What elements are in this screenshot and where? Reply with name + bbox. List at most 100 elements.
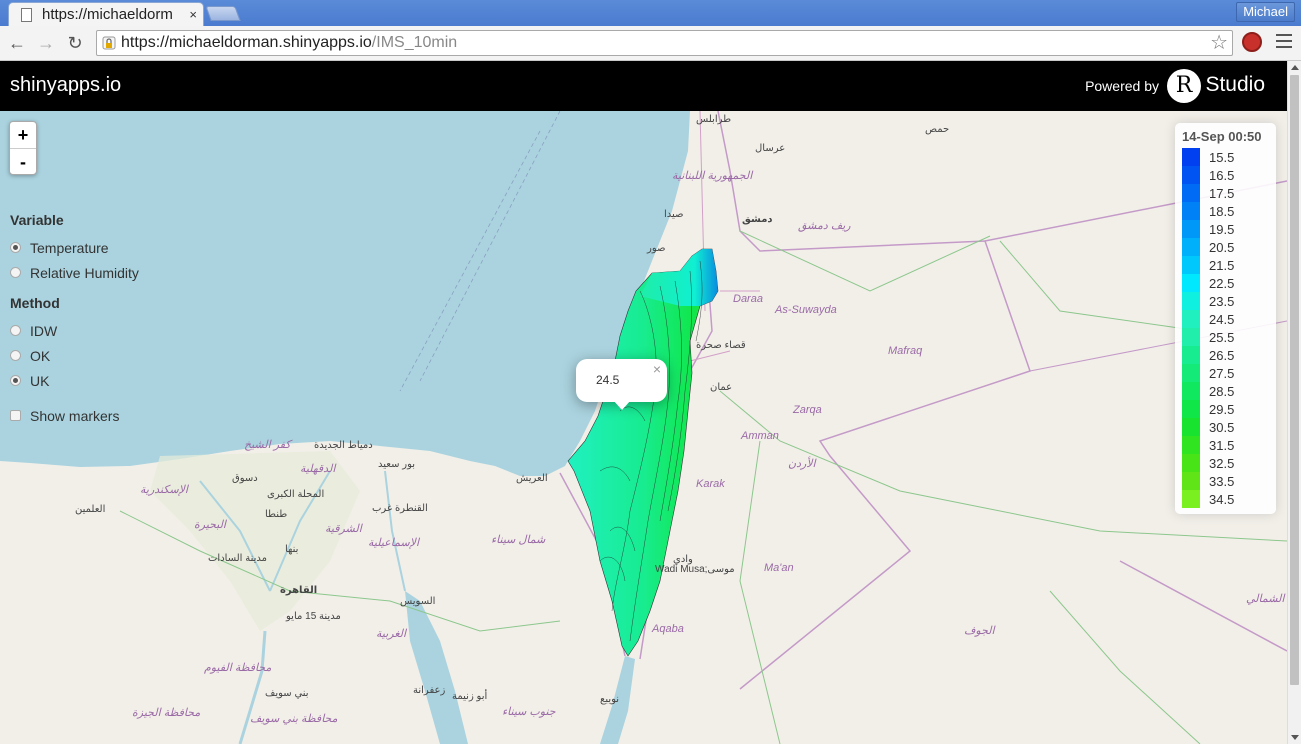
- legend-label: 15.5: [1209, 149, 1235, 165]
- method-option-idw[interactable]: IDW: [10, 318, 180, 343]
- legend-label: 27.5: [1209, 365, 1235, 381]
- legend-label: 31.5: [1209, 437, 1235, 453]
- radio-button[interactable]: [10, 242, 21, 253]
- map-place-label: بنها: [285, 544, 299, 555]
- map-tiles: [0, 111, 1287, 744]
- map-place-label: الغربية: [376, 628, 407, 640]
- legend-entry: 17.5: [1182, 184, 1234, 202]
- zoom-out-button[interactable]: -: [10, 148, 36, 174]
- map-place-label: طنطا: [265, 509, 288, 520]
- legend-entry: 22.5: [1182, 274, 1234, 292]
- popup-close-icon[interactable]: ×: [653, 361, 661, 377]
- legend-swatch: [1182, 364, 1200, 382]
- bookmark-star-icon[interactable]: ☆: [1210, 31, 1228, 55]
- legend-label: 16.5: [1209, 167, 1235, 183]
- controls-panel: Variable Temperature Relative Humidity M…: [10, 212, 180, 428]
- map-place-label: الشمالي: [1246, 593, 1285, 605]
- forward-arrow-icon[interactable]: →: [35, 32, 57, 54]
- browser-menu-icon[interactable]: [1276, 34, 1292, 50]
- back-arrow-icon[interactable]: ←: [6, 32, 28, 54]
- map-place-label: قصاء صحرة: [696, 340, 746, 351]
- map[interactable]: طرابلس عرسال حمص الجمهورية اللبنانية صيد…: [0, 111, 1287, 744]
- radio-button[interactable]: [10, 375, 21, 386]
- variable-option-relative-humidity[interactable]: Relative Humidity: [10, 260, 180, 285]
- brand-title[interactable]: shinyapps.io: [10, 74, 121, 97]
- method-heading: Method: [10, 295, 60, 311]
- page-scrollbar[interactable]: [1287, 61, 1301, 744]
- scroll-up-icon[interactable]: [1291, 65, 1299, 70]
- map-place-label: الإسكندرية: [140, 484, 188, 496]
- legend-label: 26.5: [1209, 347, 1235, 363]
- legend-label: 23.5: [1209, 293, 1235, 309]
- profile-button[interactable]: Michael: [1236, 2, 1295, 22]
- legend-label: 33.5: [1209, 473, 1235, 489]
- reload-icon[interactable]: ↻: [64, 32, 86, 54]
- map-place-label: محافظة الجيزة: [132, 707, 201, 719]
- map-place-label: الأردن: [788, 458, 816, 470]
- new-tab-button[interactable]: [205, 6, 241, 21]
- legend-entry: 25.5: [1182, 328, 1234, 346]
- address-bar[interactable]: https://michaeldorman.shinyapps.io/IMS_1…: [96, 30, 1233, 56]
- browser-toolbar: ← → ↻ https://michaeldorman.shinyapps.io…: [0, 26, 1301, 61]
- url-host: https://michaeldorman.shinyapps.io: [121, 34, 372, 51]
- method-option-uk[interactable]: UK: [10, 368, 180, 393]
- legend-entry: 23.5: [1182, 292, 1234, 310]
- scroll-down-icon[interactable]: [1291, 735, 1299, 740]
- map-place-label: Ma'an: [764, 562, 794, 574]
- browser-tab[interactable]: https://michaeldorm ×: [8, 2, 204, 26]
- variable-option-temperature[interactable]: Temperature: [10, 235, 180, 260]
- map-place-label: السويس: [400, 596, 436, 607]
- radio-button[interactable]: [10, 325, 21, 336]
- map-place-label: الشرقية: [325, 523, 362, 535]
- map-place-label: بني سويف: [265, 688, 309, 699]
- page-icon: [21, 7, 32, 22]
- option-label: Temperature: [30, 239, 109, 256]
- radio-button[interactable]: [10, 267, 21, 278]
- tab-title: https://michaeldorm: [42, 6, 173, 23]
- url-path: /IMS_10min: [371, 34, 458, 51]
- map-place-label: عمان: [710, 382, 733, 393]
- legend-label: 30.5: [1209, 419, 1235, 435]
- map-place-label: محافظة بني سويف: [250, 713, 338, 725]
- legend-entry: 24.5: [1182, 310, 1234, 328]
- map-place-label: الجوف: [964, 625, 995, 637]
- map-place-label: أبو زنيمة: [452, 691, 488, 702]
- method-option-ok[interactable]: OK: [10, 343, 180, 368]
- map-place-label: الدقهلية: [300, 463, 336, 475]
- legend-swatch: [1182, 166, 1200, 184]
- map-place-label: Wadi Musa;موسى: [655, 564, 735, 575]
- map-place-label: عرسال: [755, 143, 786, 154]
- checkbox[interactable]: [10, 410, 21, 421]
- radio-button[interactable]: [10, 350, 21, 361]
- legend-swatch: [1182, 382, 1200, 400]
- variable-heading: Variable: [10, 212, 64, 228]
- legend-label: 28.5: [1209, 383, 1235, 399]
- map-place-label: ريف دمشق: [798, 220, 851, 232]
- legend-entry: 29.5: [1182, 400, 1234, 418]
- legend-label: 19.5: [1209, 221, 1235, 237]
- legend-label: 22.5: [1209, 275, 1235, 291]
- legend-label: 32.5: [1209, 455, 1235, 471]
- page-info-icon[interactable]: [102, 36, 116, 50]
- scrollbar-thumb[interactable]: [1290, 75, 1299, 685]
- legend-entry: 19.5: [1182, 220, 1234, 238]
- map-place-label: مدينة 15 مايو: [286, 611, 341, 622]
- option-label: IDW: [30, 322, 58, 339]
- zoom-in-button[interactable]: +: [10, 122, 36, 148]
- map-place-label: جنوب سيناء: [502, 706, 556, 718]
- legend-swatch: [1182, 490, 1200, 508]
- legend-swatch: [1182, 202, 1200, 220]
- browser-tab-strip: https://michaeldorm × Michael: [0, 0, 1301, 26]
- map-place-label: دمياط الجديدة: [314, 440, 373, 451]
- map-place-label: العريش: [516, 473, 548, 484]
- show-markers-toggle[interactable]: Show markers: [10, 403, 180, 428]
- zoom-control: + -: [9, 121, 37, 175]
- map-place-label: كفر الشيخ: [244, 439, 291, 451]
- legend-label: 24.5: [1209, 311, 1235, 327]
- legend-swatch: [1182, 310, 1200, 328]
- map-place-label: القاهرة: [280, 585, 318, 596]
- extension-icon[interactable]: [1242, 32, 1262, 52]
- method-group: Method IDW OK UK: [10, 295, 180, 393]
- tab-close-icon[interactable]: ×: [189, 7, 197, 22]
- app-header: shinyapps.io Powered by R Studio: [0, 61, 1287, 111]
